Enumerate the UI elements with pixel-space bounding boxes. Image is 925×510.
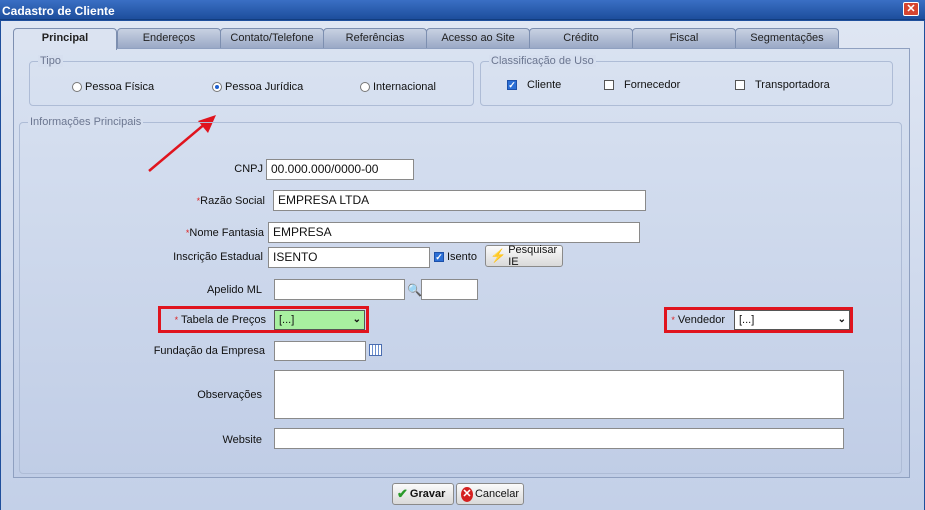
gravar-button[interactable]: ✔ Gravar [392,483,454,505]
search-icon[interactable]: 🔍 [407,283,422,297]
window-title: Cadastro de Cliente [2,4,115,18]
pesquisar-ie-button[interactable]: ⚡ Pesquisar IE [485,244,563,268]
check-fornecedor[interactable]: Fornecedor [604,79,680,91]
vendedor-text: Vendedor [677,314,725,326]
tabela-precos-label: * Tabela de Preços [171,314,266,326]
apelido-ml-secondary-input[interactable] [421,279,478,300]
apelido-ml-label: Apelido ML [206,284,262,296]
close-icon[interactable]: ✕ [903,2,919,16]
pesquisar-ie-label: Pesquisar IE [508,244,558,268]
radio-internacional[interactable]: Internacional [360,81,436,93]
checkbox-icon[interactable] [604,80,614,90]
nome-fantasia-text: Nome Fantasia [189,227,264,239]
checkmark-icon: ✔ [397,486,408,501]
vendedor-label: * Vendedor [668,314,725,326]
tipo-group: Tipo Pessoa Física Pessoa Jurídica Inter… [29,55,474,106]
radio-pessoa-fisica[interactable]: Pessoa Física [72,81,154,93]
radio-button-icon[interactable] [360,82,370,92]
check-transportadora[interactable]: Transportadora [735,79,830,91]
apelido-ml-input[interactable] [274,279,405,300]
razao-social-label: *Razão Social [74,195,265,207]
tab-referencias[interactable]: Referências [323,28,427,48]
cnpj-label: CNPJ [234,163,263,175]
radio-label: Pessoa Física [85,81,155,93]
tabela-precos-text: Tabela de Preços [181,314,266,326]
checkbox-checked-icon[interactable]: ✓ [434,252,444,262]
vendedor-select[interactable]: [...] ⌄ [734,310,850,330]
title-bar: Cadastro de Cliente ✕ [0,0,925,20]
tab-acesso-site[interactable]: Acesso ao Site [426,28,530,48]
nome-fantasia-label: *Nome Fantasia [74,227,264,239]
website-input[interactable] [274,428,844,449]
tab-credito[interactable]: Crédito [529,28,633,48]
tab-enderecos[interactable]: Endereços [117,28,221,48]
tab-fiscal[interactable]: Fiscal [632,28,736,48]
required-mark: * [671,315,675,325]
gravar-label: Gravar [409,488,446,500]
check-isento[interactable]: ✓ Isento [434,251,477,263]
classificacao-legend: Classificação de Uso [489,55,596,67]
calendar-icon[interactable] [369,344,382,356]
checkbox-checked-icon[interactable]: ✓ [507,80,517,90]
radio-button-icon[interactable] [72,82,82,92]
tab-contato-telefone[interactable]: Contato/Telefone [220,28,324,48]
chevron-down-icon[interactable]: ⌄ [353,314,361,325]
checkbox-icon[interactable] [735,80,745,90]
chevron-down-icon[interactable]: ⌄ [838,314,846,325]
cancel-icon: ✕ [461,486,473,502]
nome-fantasia-input[interactable]: EMPRESA [268,222,640,243]
razao-social-text: Razão Social [200,195,265,207]
razao-social-input[interactable]: EMPRESA LTDA [273,190,646,211]
check-cliente[interactable]: ✓ Cliente [507,79,561,91]
window-client-area: Principal Endereços Contato/Telefone Ref… [1,21,924,510]
lightning-icon: ⚡ [490,248,507,263]
cancelar-button[interactable]: ✕ Cancelar [456,483,524,505]
classificacao-group: Classificação de Uso ✓ Cliente Fornecedo… [480,55,893,106]
check-label: Transportadora [755,79,830,91]
observacoes-label: Observações [197,389,262,401]
required-mark: * [174,315,179,325]
radio-label: Internacional [373,81,436,93]
cnpj-input[interactable]: 00.000.000/0000-00 [266,159,414,180]
tipo-legend: Tipo [38,55,63,67]
check-label: Cliente [527,79,562,91]
inscricao-estadual-label: Inscrição Estadual [173,251,263,263]
radio-pessoa-juridica[interactable]: Pessoa Jurídica [212,81,303,93]
tabela-precos-select[interactable]: [...] ⌄ [274,310,365,330]
cadastro-cliente-window: Cadastro de Cliente ✕ Principal Endereço… [0,0,925,510]
check-label: Fornecedor [624,79,681,91]
vendedor-value: [...] [739,314,755,326]
info-legend: Informações Principais [28,116,144,128]
tab-segmentacoes[interactable]: Segmentações [735,28,839,48]
radio-label: Pessoa Jurídica [225,81,304,93]
observacoes-textarea[interactable] [274,370,844,419]
fundacao-input[interactable] [274,341,366,361]
radio-button-selected-icon[interactable] [212,82,222,92]
website-label: Website [222,434,262,446]
tab-principal[interactable]: Principal [13,28,117,50]
isento-label: Isento [447,251,477,263]
tabela-precos-value: [...] [279,314,295,326]
cancelar-label: Cancelar [474,488,519,500]
tab-panel-principal: Tipo Pessoa Física Pessoa Jurídica Inter… [13,48,910,478]
fundacao-label: Fundação da Empresa [153,345,265,357]
inscricao-estadual-input[interactable]: ISENTO [268,247,430,268]
